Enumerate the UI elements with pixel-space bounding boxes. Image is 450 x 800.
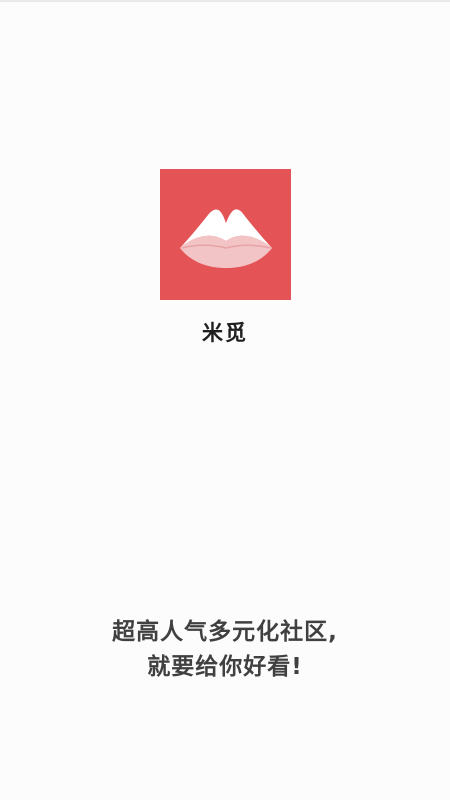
splash-screen: 米觅 超高人气多元化社区, 就要给你好看! [0, 0, 450, 800]
mountain-lips-logo-icon [180, 209, 272, 268]
app-name: 米觅 [202, 321, 248, 345]
status-bar-edge [0, 0, 450, 2]
slogan-line-1: 超高人气多元化社区, [112, 619, 338, 645]
app-logo [160, 169, 291, 300]
slogan-line-2: 就要给你好看! [147, 654, 303, 680]
